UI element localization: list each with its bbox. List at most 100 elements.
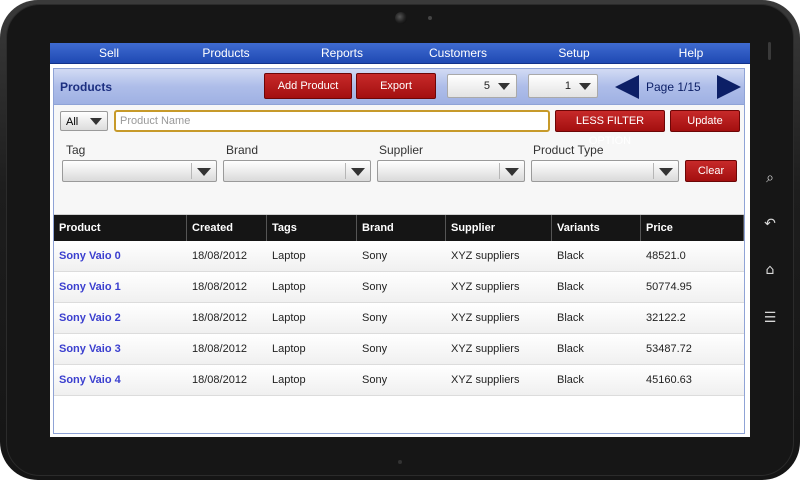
created-cell: 18/08/2012 bbox=[192, 374, 248, 386]
chevron-down-icon bbox=[351, 168, 365, 176]
tags-cell: Laptop bbox=[272, 343, 306, 355]
created-cell: 18/08/2012 bbox=[192, 312, 248, 324]
chevron-down-icon bbox=[498, 83, 510, 90]
table-row[interactable]: Sony Vaio 4 18/08/2012 Laptop Sony XYZ s… bbox=[54, 365, 744, 396]
price-cell: 45160.63 bbox=[646, 374, 692, 386]
select-divider bbox=[191, 163, 192, 179]
previous-page-icon[interactable] bbox=[615, 75, 639, 99]
table-row[interactable]: Sony Vaio 1 18/08/2012 Laptop Sony XYZ s… bbox=[54, 272, 744, 303]
supplier-label: Supplier bbox=[379, 143, 424, 157]
brand-cell: Sony bbox=[362, 312, 388, 324]
brand-select[interactable] bbox=[223, 160, 371, 182]
products-table: Product Created Tags Brand Supplier Vari… bbox=[54, 215, 744, 396]
scope-select[interactable]: All bbox=[60, 111, 108, 131]
select-divider bbox=[345, 163, 346, 179]
product-name-link[interactable]: Sony Vaio 1 bbox=[54, 272, 187, 302]
less-filter-option-button[interactable]: LESS FILTER OPTION bbox=[555, 110, 665, 147]
power-button[interactable] bbox=[768, 42, 771, 60]
product-name-link[interactable]: Sony Vaio 2 bbox=[54, 303, 187, 333]
table-header: Product Created Tags Brand Supplier Vari… bbox=[54, 215, 744, 241]
menu-setup[interactable]: Setup bbox=[516, 43, 632, 63]
menu-help[interactable]: Help bbox=[632, 43, 750, 63]
back-icon[interactable]: ↶ bbox=[760, 214, 780, 234]
product-name-link[interactable]: Sony Vaio 3 bbox=[54, 334, 187, 364]
table-row[interactable]: Sony Vaio 2 18/08/2012 Laptop Sony XYZ s… bbox=[54, 303, 744, 334]
menu-products[interactable]: Products bbox=[168, 43, 284, 63]
export-button[interactable]: Export bbox=[356, 73, 436, 99]
brand-cell: Sony bbox=[362, 281, 388, 293]
page-number-select[interactable]: 1 bbox=[528, 74, 598, 98]
select-divider bbox=[653, 163, 654, 179]
column-header-variants[interactable]: Variants bbox=[552, 215, 641, 241]
menu-reports[interactable]: Reports bbox=[284, 43, 400, 63]
top-menu: Sell Products Reports Customers Setup He… bbox=[50, 43, 750, 64]
variants-cell: Black bbox=[557, 250, 584, 262]
brand-cell: Sony bbox=[362, 250, 388, 262]
column-header-created[interactable]: Created bbox=[187, 215, 267, 241]
brand-cell: Sony bbox=[362, 343, 388, 355]
search-icon[interactable]: ⌕ bbox=[760, 168, 780, 188]
sensor-icon bbox=[428, 16, 432, 20]
supplier-cell: XYZ suppliers bbox=[451, 250, 520, 262]
menu-icon[interactable]: ☰ bbox=[760, 308, 780, 328]
scope-value: All bbox=[66, 116, 79, 128]
app-screen: Sell Products Reports Customers Setup He… bbox=[50, 43, 750, 437]
panel-header: Products Add Product Export 5 1 Page 1/1… bbox=[54, 69, 744, 105]
table-row[interactable]: Sony Vaio 0 18/08/2012 Laptop Sony XYZ s… bbox=[54, 241, 744, 272]
chevron-down-icon bbox=[197, 168, 211, 176]
filter-area: All LESS FILTER OPTION Update Tag Brand … bbox=[54, 105, 744, 215]
indicator-dot bbox=[398, 460, 402, 464]
variants-cell: Black bbox=[557, 343, 584, 355]
page-size-value: 5 bbox=[483, 80, 490, 92]
clear-button[interactable]: Clear bbox=[685, 160, 737, 182]
supplier-cell: XYZ suppliers bbox=[451, 312, 520, 324]
price-cell: 48521.0 bbox=[646, 250, 686, 262]
tags-cell: Laptop bbox=[272, 281, 306, 293]
product-name-search-input[interactable] bbox=[114, 110, 550, 132]
home-icon[interactable]: ⌂ bbox=[760, 260, 780, 280]
supplier-cell: XYZ suppliers bbox=[451, 281, 520, 293]
next-page-icon[interactable] bbox=[717, 75, 741, 99]
created-cell: 18/08/2012 bbox=[192, 281, 248, 293]
variants-cell: Black bbox=[557, 312, 584, 324]
tags-cell: Laptop bbox=[272, 250, 306, 262]
tags-cell: Laptop bbox=[272, 374, 306, 386]
menu-customers[interactable]: Customers bbox=[400, 43, 516, 63]
price-cell: 32122.2 bbox=[646, 312, 686, 324]
page-size-select[interactable]: 5 bbox=[447, 74, 517, 98]
variants-cell: Black bbox=[557, 374, 584, 386]
menu-sell[interactable]: Sell bbox=[50, 43, 168, 63]
camera-icon bbox=[395, 12, 407, 24]
chevron-down-icon bbox=[659, 168, 673, 176]
column-header-supplier[interactable]: Supplier bbox=[446, 215, 552, 241]
tag-label: Tag bbox=[66, 143, 86, 157]
update-button[interactable]: Update bbox=[670, 110, 740, 132]
tag-select[interactable] bbox=[62, 160, 217, 182]
brand-cell: Sony bbox=[362, 374, 388, 386]
chevron-down-icon bbox=[579, 83, 591, 90]
table-row[interactable]: Sony Vaio 3 18/08/2012 Laptop Sony XYZ s… bbox=[54, 334, 744, 365]
variants-cell: Black bbox=[557, 281, 584, 293]
brand-label: Brand bbox=[226, 143, 259, 157]
page-title: Products bbox=[60, 80, 113, 94]
column-header-product[interactable]: Product bbox=[54, 215, 187, 241]
product-type-select[interactable] bbox=[531, 160, 679, 182]
products-panel: Products Add Product Export 5 1 Page 1/1… bbox=[53, 68, 745, 434]
select-divider bbox=[499, 163, 500, 179]
column-header-price[interactable]: Price bbox=[641, 215, 744, 241]
add-product-button[interactable]: Add Product bbox=[264, 73, 352, 99]
price-cell: 53487.72 bbox=[646, 343, 692, 355]
column-header-tags[interactable]: Tags bbox=[267, 215, 357, 241]
page-number-value: 1 bbox=[564, 80, 571, 92]
product-name-link[interactable]: Sony Vaio 4 bbox=[54, 365, 187, 395]
column-header-brand[interactable]: Brand bbox=[357, 215, 446, 241]
supplier-cell: XYZ suppliers bbox=[451, 343, 520, 355]
supplier-select[interactable] bbox=[377, 160, 525, 182]
created-cell: 18/08/2012 bbox=[192, 250, 248, 262]
tags-cell: Laptop bbox=[272, 312, 306, 324]
product-type-label: Product Type bbox=[533, 143, 604, 157]
price-cell: 50774.95 bbox=[646, 281, 692, 293]
product-name-link[interactable]: Sony Vaio 0 bbox=[54, 241, 187, 271]
created-cell: 18/08/2012 bbox=[192, 343, 248, 355]
supplier-cell: XYZ suppliers bbox=[451, 374, 520, 386]
